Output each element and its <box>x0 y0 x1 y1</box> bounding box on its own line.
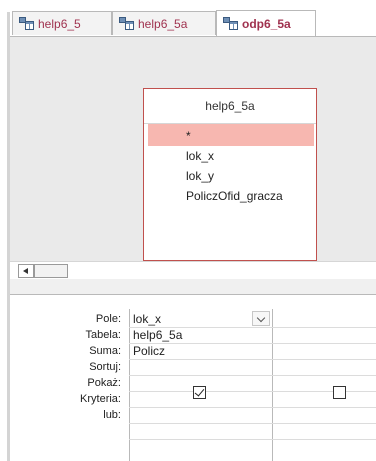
tab-label: odp6_5a <box>242 16 291 31</box>
grid-row-line <box>129 407 376 408</box>
row-label-tabela: Tabela: <box>85 329 121 341</box>
tab-label: help6_5 <box>38 16 81 31</box>
tab-help6-5a[interactable]: help6_5a <box>112 11 216 35</box>
row-label-pokaz: Pokaż: <box>87 377 121 389</box>
grid-row-line <box>129 375 376 376</box>
horizontal-scrollbar[interactable] <box>10 261 376 279</box>
left-margin <box>0 12 7 461</box>
grid-row-line <box>129 423 376 424</box>
table-title[interactable]: help6_5a <box>144 89 316 123</box>
row-label-sortuj: Sortuj: <box>89 361 121 373</box>
grid-row-line <box>129 439 376 440</box>
row-label-lub: lub: <box>103 409 121 421</box>
row-label-pole: Pole: <box>95 313 121 325</box>
grid-row-line <box>129 359 376 360</box>
cell-suma[interactable]: Policz <box>133 343 165 359</box>
field-item-policzofid-gracza[interactable]: PoliczOfid_gracza <box>148 186 314 206</box>
pane-splitter[interactable] <box>10 279 376 295</box>
cell-pole[interactable]: lok_x <box>133 311 161 327</box>
field-item-lok-y[interactable]: lok_y <box>148 166 314 186</box>
query-icon <box>119 17 134 30</box>
cell-tabela[interactable]: help6_5a <box>133 327 182 343</box>
field-list: * lok_x lok_y PoliczOfid_gracza <box>148 124 314 206</box>
field-item-lok-x[interactable]: lok_x <box>148 146 314 166</box>
chevron-down-icon[interactable] <box>252 311 270 326</box>
table-field-list-window[interactable]: help6_5a * lok_x lok_y PoliczOfid_gracza <box>143 88 317 261</box>
tab-label: help6_5a <box>138 16 188 31</box>
show-checkbox-col1[interactable] <box>193 386 206 399</box>
scrollbar-thumb[interactable] <box>34 264 68 278</box>
grid-row-line <box>129 343 376 344</box>
row-label-kryteria: Kryteria: <box>80 393 121 405</box>
tab-odp6-5a[interactable]: odp6_5a <box>216 10 316 36</box>
row-label-suma: Suma: <box>89 345 121 357</box>
show-checkbox-col2[interactable] <box>333 386 346 399</box>
query-icon <box>19 17 34 30</box>
arrow-left-icon[interactable] <box>18 264 34 278</box>
field-item-all[interactable]: * <box>148 124 314 146</box>
tab-help6-5[interactable]: help6_5 <box>12 11 112 35</box>
query-icon <box>223 17 238 30</box>
